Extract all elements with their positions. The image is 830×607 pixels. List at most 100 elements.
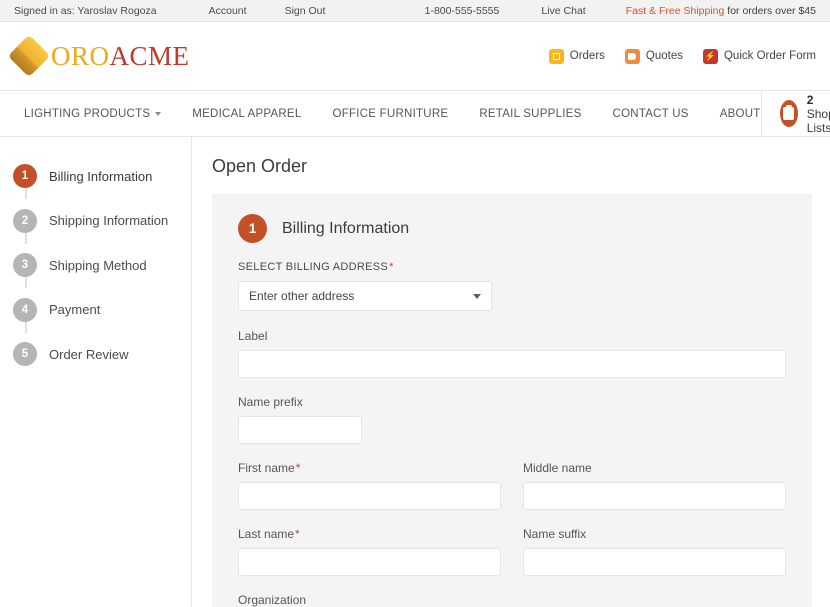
sidebar-step-shipping-information[interactable]: 2 Shipping Information xyxy=(0,199,191,244)
select-billing-address-value: Enter other address xyxy=(249,289,355,303)
sidebar-step-order-review[interactable]: 5 Order Review xyxy=(0,332,191,377)
topbar-right-group: 1-800-555-5555 Live Chat Fast & Free Shi… xyxy=(425,5,816,17)
step-label: Order Review xyxy=(49,346,129,362)
step-number-badge: 2 xyxy=(13,208,37,233)
shipping-promo-rest: for orders over $45 xyxy=(724,4,816,17)
name-prefix-input[interactable] xyxy=(238,416,362,444)
required-marker: * xyxy=(295,527,300,541)
last-name-field-label: Last name* xyxy=(238,527,300,541)
nav-item-office-furniture[interactable]: OFFICE FURNITURE xyxy=(333,108,449,120)
quotes-link[interactable]: Quotes xyxy=(624,48,683,64)
topbar-left-group: Signed in as: Yaroslav Rogoza Account Si… xyxy=(14,5,363,17)
site-header: OROACME Orders Quotes ⚡ Quick Order Form xyxy=(0,22,830,90)
shopping-lists-label: 2 Shopping Lists xyxy=(807,93,830,135)
orders-link-label: Orders xyxy=(569,50,605,62)
sidebar-step-billing-information[interactable]: 1 Billing Information xyxy=(0,154,191,199)
label-field-label: Label xyxy=(238,329,268,343)
quotes-link-label: Quotes xyxy=(645,50,683,62)
site-logo[interactable]: OROACME xyxy=(7,34,190,78)
logo-text-primary: ORO xyxy=(51,40,110,71)
nav-item-lighting-products[interactable]: LIGHTING PRODUCTS xyxy=(24,107,162,120)
label-input[interactable] xyxy=(238,350,786,378)
last-name-input[interactable] xyxy=(238,548,501,576)
nav-label-contact-us: CONTACT US xyxy=(612,107,689,120)
name-suffix-input[interactable] xyxy=(523,548,786,576)
header-quick-links: Orders Quotes ⚡ Quick Order Form xyxy=(548,48,816,64)
nav-item-contact-us[interactable]: CONTACT US xyxy=(613,108,689,120)
middle-name-input[interactable] xyxy=(523,482,786,510)
select-billing-address-label: SELECT BILLING ADDRESS* xyxy=(238,261,394,273)
page-title: Open Order xyxy=(212,156,308,176)
panel-step-badge: 1 xyxy=(238,214,267,243)
step-label: Shipping Information xyxy=(49,213,169,229)
main-navigation: LIGHTING PRODUCTS MEDICAL APPAREL OFFICE… xyxy=(0,90,830,137)
field-organization-group: Organization xyxy=(238,593,786,607)
shopping-lists-widget[interactable]: 2 Shopping Lists xyxy=(760,91,830,136)
orders-icon xyxy=(548,48,564,64)
billing-information-panel: 1 Billing Information SELECT BILLING ADD… xyxy=(212,194,812,607)
nav-label-retail-supplies: RETAIL SUPPLIES xyxy=(479,107,582,120)
clipboard-icon xyxy=(779,100,798,127)
logo-text-secondary: ACME xyxy=(109,40,190,71)
panel-header: 1 Billing Information xyxy=(238,214,786,243)
shipping-promo-highlight: Fast & Free Shipping xyxy=(625,4,725,17)
phone-number[interactable]: 1-800-555-5555 xyxy=(425,5,500,17)
nav-label-office-furniture: OFFICE FURNITURE xyxy=(332,107,449,120)
sign-out-link[interactable]: Sign Out xyxy=(285,5,326,17)
step-label: Payment xyxy=(49,302,101,318)
nav-item-list: LIGHTING PRODUCTS MEDICAL APPAREL OFFICE… xyxy=(0,91,761,136)
panel-title: Billing Information xyxy=(282,219,410,237)
page-body: 1 Billing Information 2 Shipping Informa… xyxy=(0,137,830,607)
quick-order-icon: ⚡ xyxy=(702,48,718,64)
nav-item-about[interactable]: ABOUT xyxy=(720,108,761,120)
middle-name-field-label: Middle name xyxy=(523,461,592,475)
shipping-promo: Fast & Free Shipping for orders over $45 xyxy=(626,5,816,17)
nav-label-about: ABOUT xyxy=(719,107,761,120)
name-prefix-field-label: Name prefix xyxy=(238,395,303,409)
live-chat-link[interactable]: Live Chat xyxy=(541,5,585,17)
name-suffix-field-label: Name suffix xyxy=(523,527,587,541)
step-number-badge: 1 xyxy=(13,164,37,189)
account-link[interactable]: Account xyxy=(209,5,247,17)
step-label: Shipping Method xyxy=(49,257,147,273)
nav-item-medical-apparel[interactable]: MEDICAL APPAREL xyxy=(192,108,301,120)
field-name-suffix-group: Name suffix xyxy=(523,527,786,576)
step-number-badge: 5 xyxy=(13,342,37,367)
nav-label-lighting-products: LIGHTING PRODUCTS xyxy=(24,107,151,120)
chevron-down-icon xyxy=(473,293,481,299)
field-middle-name-group: Middle name xyxy=(523,461,786,510)
chevron-down-icon xyxy=(155,111,162,116)
orders-link[interactable]: Orders xyxy=(548,48,605,64)
step-label: Billing Information xyxy=(49,168,153,184)
step-number-badge: 4 xyxy=(13,297,37,322)
quick-order-form-label: Quick Order Form xyxy=(723,50,816,62)
checkout-step-list: 1 Billing Information 2 Shipping Informa… xyxy=(0,154,191,377)
top-utility-bar: Signed in as: Yaroslav Rogoza Account Si… xyxy=(0,0,830,22)
signed-in-label: Signed in as: Yaroslav Rogoza xyxy=(14,4,157,17)
logo-diamond-icon xyxy=(7,34,51,78)
checkout-steps-sidebar: 1 Billing Information 2 Shipping Informa… xyxy=(0,137,192,607)
logo-wordmark: OROACME xyxy=(51,41,190,72)
shopping-lists-count: 2 xyxy=(806,92,814,107)
sidebar-step-shipping-method[interactable]: 3 Shipping Method xyxy=(0,243,191,288)
nav-label-medical-apparel: MEDICAL APPAREL xyxy=(192,107,302,120)
step-number-badge: 3 xyxy=(13,253,37,278)
field-label-group: Label xyxy=(238,329,786,378)
main-content: Open Order 1 Billing Information SELECT … xyxy=(192,137,830,607)
quick-order-form-link[interactable]: ⚡ Quick Order Form xyxy=(702,48,816,64)
name-row-second: Last name* Name suffix xyxy=(238,527,786,576)
organization-field-label: Organization xyxy=(238,593,307,607)
select-billing-address-dropdown[interactable]: Enter other address xyxy=(238,281,492,311)
shopping-lists-text: Shopping Lists xyxy=(806,106,830,135)
field-name-prefix-group: Name prefix xyxy=(238,395,786,444)
required-marker: * xyxy=(389,261,394,273)
field-first-name-group: First name* xyxy=(238,461,501,510)
quotes-icon xyxy=(624,48,640,64)
first-name-input[interactable] xyxy=(238,482,501,510)
required-marker: * xyxy=(295,461,301,475)
nav-item-retail-supplies[interactable]: RETAIL SUPPLIES xyxy=(479,108,581,120)
first-name-field-label: First name* xyxy=(238,461,301,475)
sidebar-step-payment[interactable]: 4 Payment xyxy=(0,288,191,333)
name-row-first: First name* Middle name xyxy=(238,461,786,510)
field-last-name-group: Last name* xyxy=(238,527,501,576)
